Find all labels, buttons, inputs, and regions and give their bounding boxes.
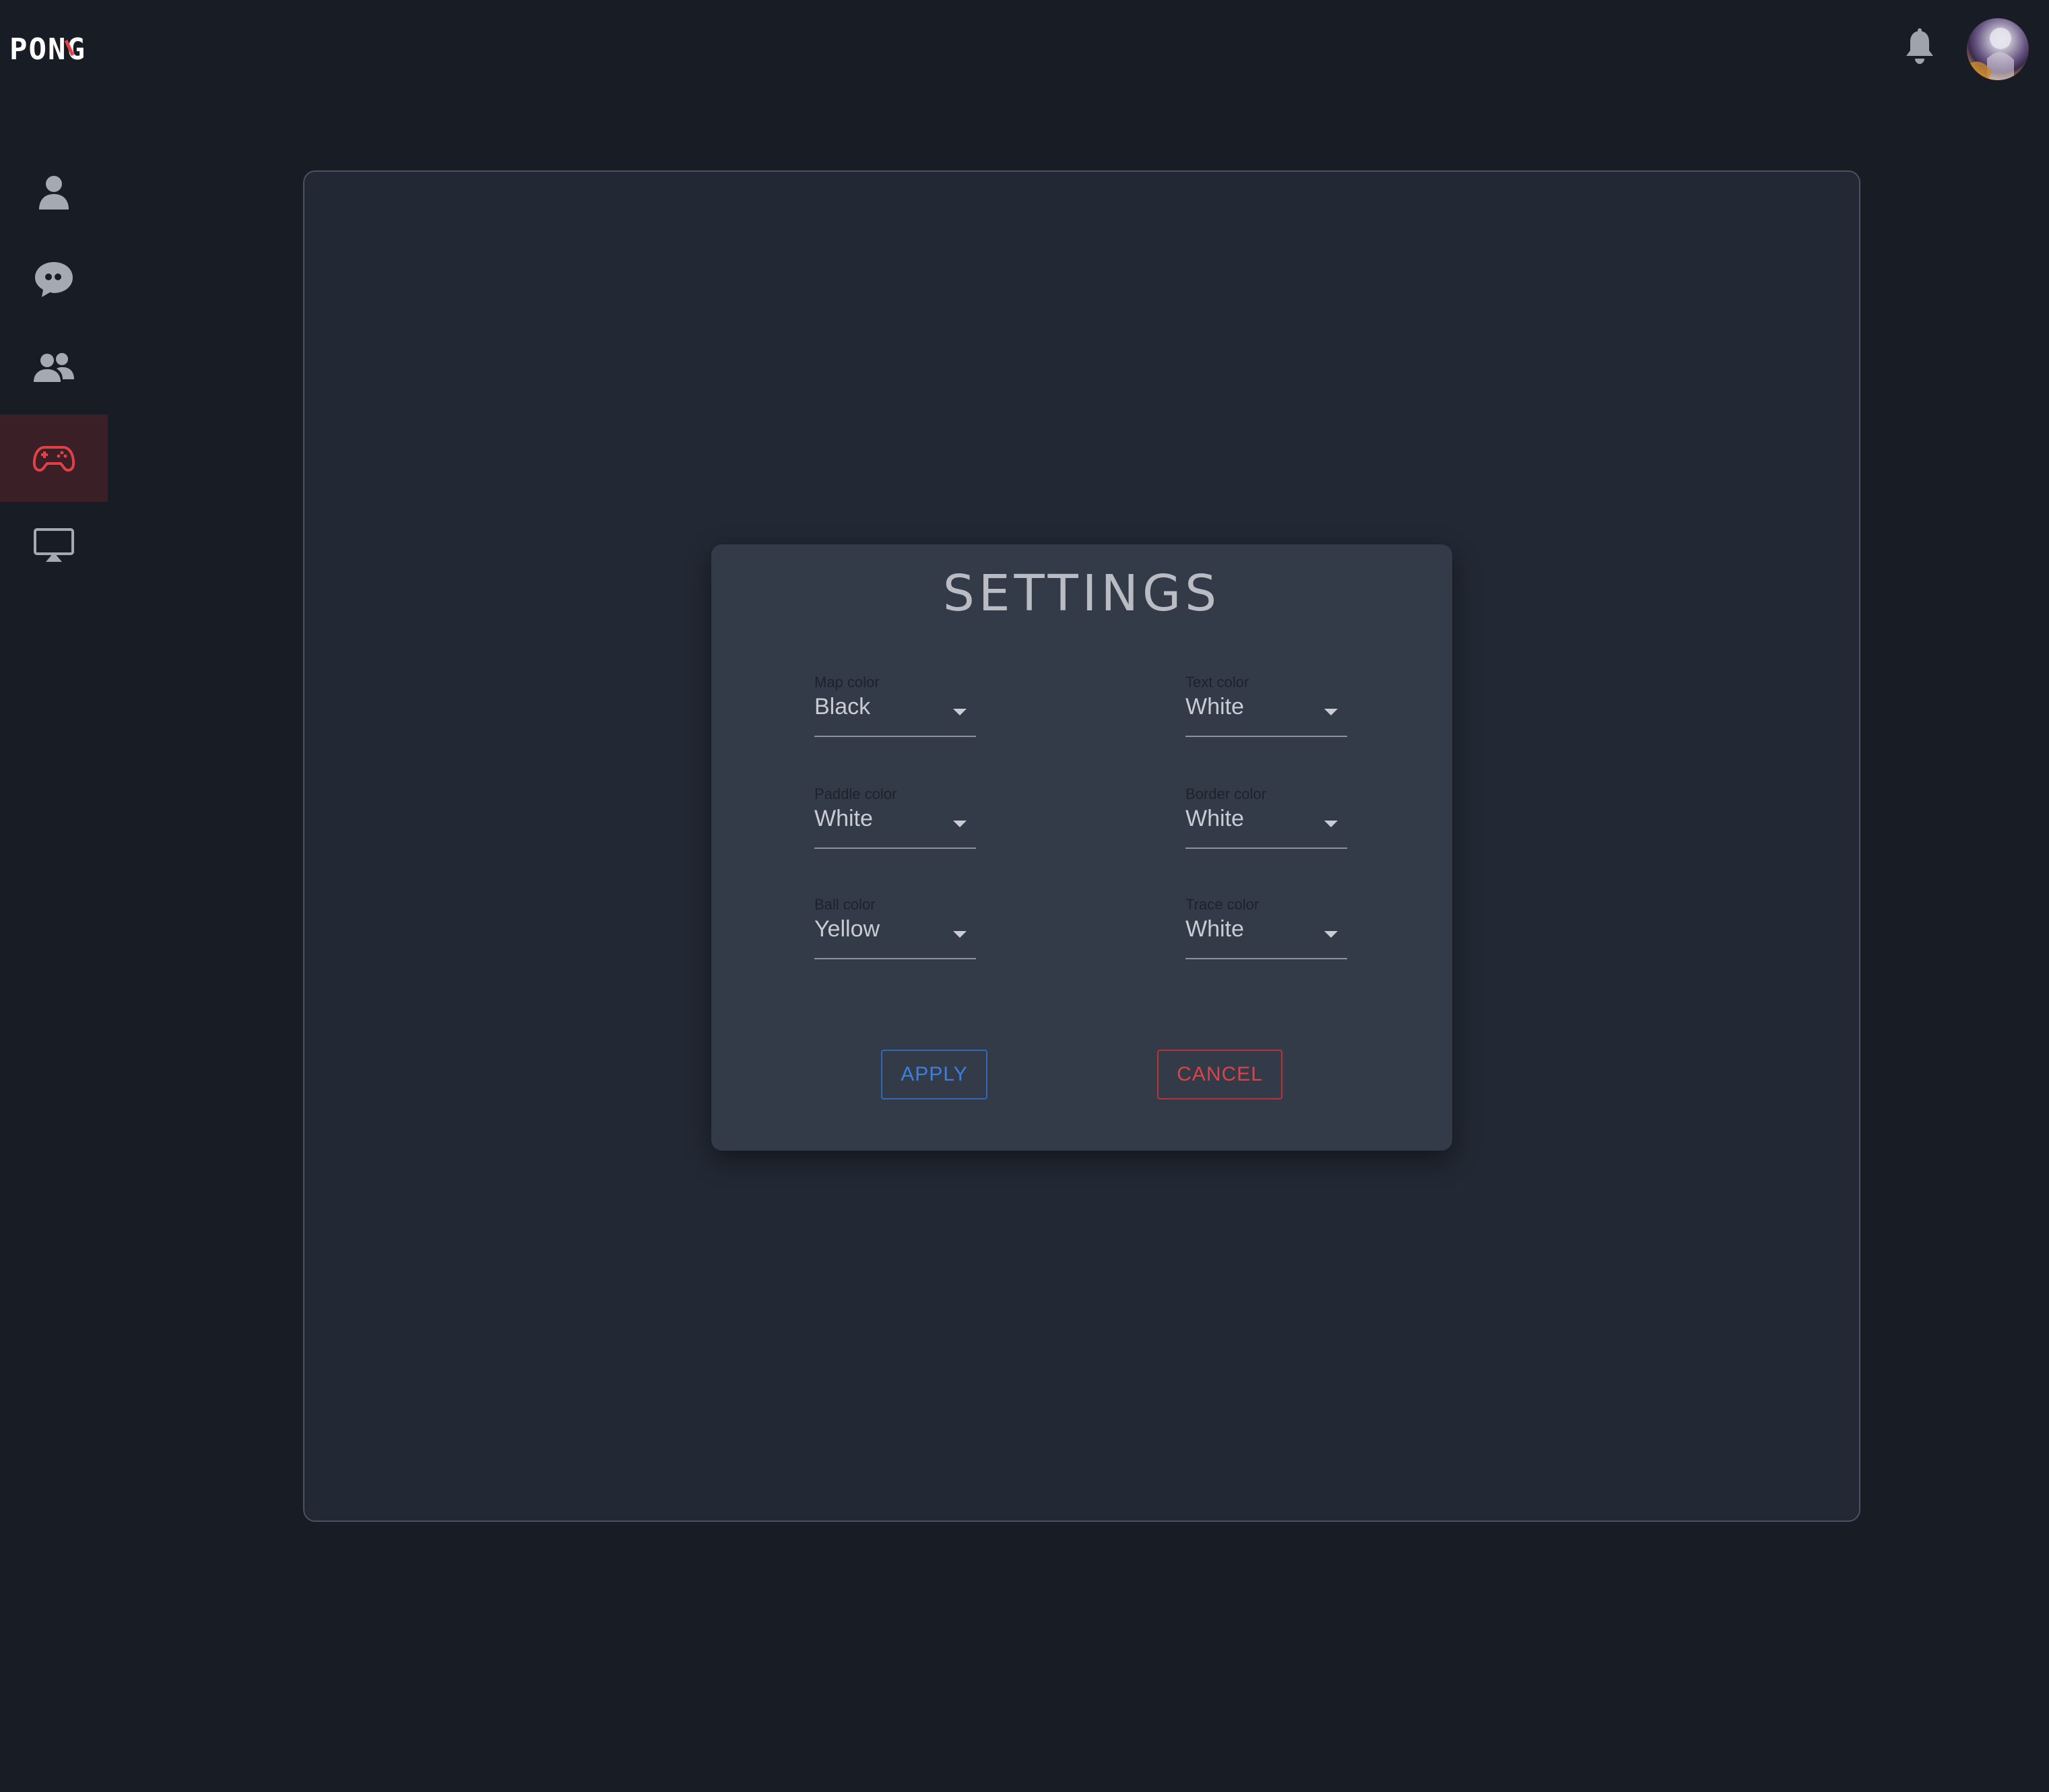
dialog-title: SETTINGS bbox=[942, 565, 1221, 622]
logo-text: PONG bbox=[9, 34, 86, 63]
field-value: White bbox=[1185, 916, 1244, 942]
map-color-select[interactable]: Map color Black bbox=[814, 674, 976, 737]
cancel-button[interactable]: CANCEL bbox=[1157, 1050, 1282, 1099]
sidebar-item-game[interactable] bbox=[0, 414, 108, 502]
pong-logo[interactable]: PONG bbox=[9, 34, 102, 63]
user-icon bbox=[39, 176, 69, 210]
field-value: White bbox=[1185, 806, 1244, 831]
sidebar-item-friends[interactable] bbox=[0, 323, 108, 411]
settings-dialog: SETTINGS Map color Black Text color Whit… bbox=[711, 544, 1452, 1151]
border-color-select[interactable]: Border color White bbox=[1185, 786, 1347, 849]
apply-button[interactable]: APPLY bbox=[881, 1050, 987, 1099]
bell-icon[interactable] bbox=[1904, 28, 1936, 66]
caret-down-icon bbox=[953, 709, 967, 715]
field-label: Border color bbox=[1185, 786, 1266, 802]
sidebar-item-watch[interactable] bbox=[0, 502, 108, 589]
caret-down-icon bbox=[1324, 931, 1338, 938]
field-value: Yellow bbox=[814, 916, 880, 942]
caret-down-icon bbox=[1324, 821, 1338, 827]
airplay-icon bbox=[34, 528, 74, 562]
field-label: Text color bbox=[1185, 674, 1249, 691]
paddle-color-select[interactable]: Paddle color White bbox=[814, 786, 976, 849]
caret-down-icon bbox=[953, 931, 967, 938]
text-color-select[interactable]: Text color White bbox=[1185, 674, 1347, 737]
field-label: Ball color bbox=[814, 896, 876, 913]
caret-down-icon bbox=[1324, 709, 1338, 715]
gamepad-icon bbox=[32, 446, 75, 472]
user-avatar[interactable] bbox=[1967, 18, 2029, 80]
caret-down-icon bbox=[953, 821, 967, 827]
top-bar: PONG bbox=[0, 0, 2049, 101]
users-icon bbox=[34, 353, 74, 382]
field-label: Trace color bbox=[1185, 896, 1260, 913]
field-value: Black bbox=[814, 694, 871, 719]
field-label: Paddle color bbox=[814, 786, 897, 802]
sidebar bbox=[0, 101, 108, 1792]
sidebar-item-chat[interactable] bbox=[0, 236, 108, 323]
field-label: Map color bbox=[814, 674, 880, 691]
field-value: White bbox=[1185, 694, 1244, 719]
sidebar-item-profile[interactable] bbox=[0, 148, 108, 236]
trace-color-select[interactable]: Trace color White bbox=[1185, 896, 1347, 959]
chat-bubble-icon bbox=[35, 262, 73, 297]
field-value: White bbox=[814, 806, 873, 831]
ball-color-select[interactable]: Ball color Yellow bbox=[814, 896, 976, 959]
